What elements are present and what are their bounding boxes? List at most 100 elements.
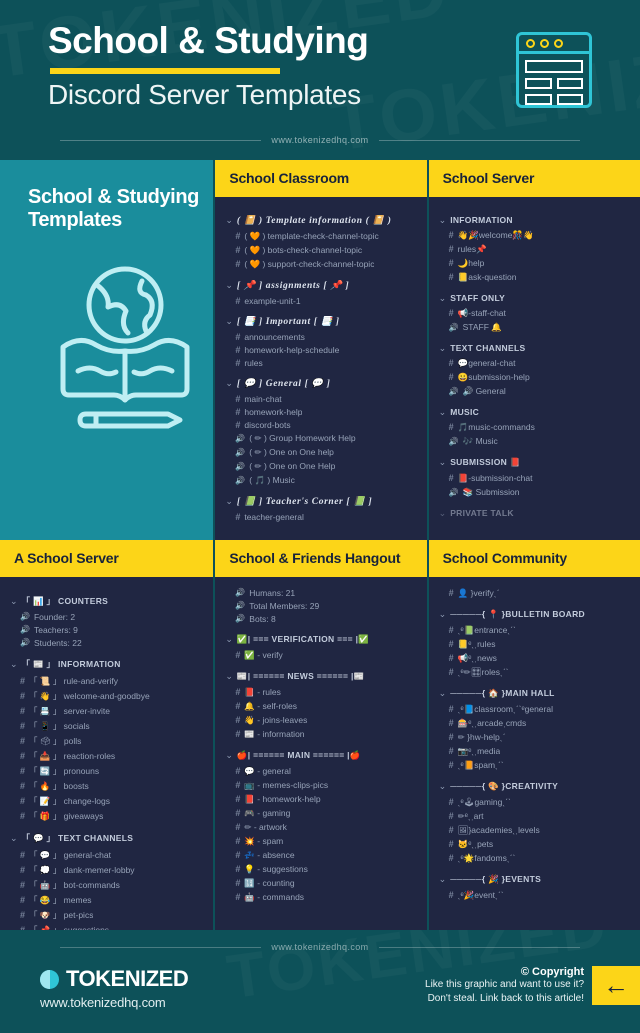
text-channel-item[interactable]: # 「 📌 」 suggestions: [8, 922, 205, 931]
text-channel-item[interactable]: # ˎᵉ🎉eventˎˊˋ: [437, 888, 632, 902]
text-channel-item[interactable]: # 📕 - rules: [223, 685, 418, 699]
text-channel-item[interactable]: # ✏ - artwork: [223, 820, 418, 834]
text-channel-item[interactable]: # ✅ - verify: [223, 648, 418, 662]
text-channel-item[interactable]: # 「 🤖 」 bot-commands: [8, 877, 205, 892]
voice-channel-item[interactable]: 🔊( ✏ ) One on One help: [223, 445, 418, 459]
channel-category[interactable]: ⌄[ 💬 ] General [ 💬 ]: [223, 378, 418, 390]
text-channel-item[interactable]: # 🖼}academiesˎˌlevels: [437, 823, 632, 837]
text-channel-item[interactable]: # rules: [223, 356, 418, 369]
voice-channel-item[interactable]: 🔊 Humans: 21: [223, 586, 418, 599]
text-channel-item[interactable]: # 「 🔥 」 boosts: [8, 778, 205, 793]
voice-channel-item[interactable]: 🔊( ✏ ) Group Homework Help: [223, 431, 418, 445]
text-channel-item[interactable]: # 📢-staff-chat: [437, 306, 632, 320]
text-channel-item[interactable]: # ˎᵉ📗entranceˎˊˋ: [437, 623, 632, 637]
channel-category[interactable]: ⌄( 📔 ) Template information ( 📔 ): [223, 215, 418, 227]
text-channel-item[interactable]: # 🔔 - self-roles: [223, 699, 418, 713]
text-channel-item[interactable]: # ˎᵉ🌟fandomsˎˊˋ: [437, 851, 632, 865]
text-channel-item[interactable]: # 🎰ᵉˎˌarcadeˌcmds: [437, 716, 632, 730]
text-channel-item[interactable]: # 📷ᵉˎˌmedia: [437, 744, 632, 758]
voice-channel-item[interactable]: 🔊( ✏ ) One on One Help: [223, 459, 418, 473]
channel-category[interactable]: ⌄ ─────{ 🎨 }CREATIVITY: [437, 781, 632, 792]
voice-channel-item[interactable]: 🔊 Teachers: 9: [8, 623, 205, 636]
text-channel-item[interactable]: # 🎵music-commands: [437, 420, 632, 434]
text-channel-item[interactable]: # ˎᵉ📘classroomˎˊˋᵉgeneral: [437, 702, 632, 716]
text-channel-item[interactable]: # ˎᵉ🕹gamingˎˊˋ: [437, 795, 632, 809]
text-channel-item[interactable]: # 「 🎁 」 giveaways: [8, 808, 205, 823]
voice-channel-item[interactable]: 🔊 📚 Submission: [437, 485, 632, 499]
channel-category[interactable]: ⌄ STAFF ONLY: [437, 293, 632, 303]
voice-channel-item[interactable]: 🔊 Founder: 2: [8, 610, 205, 623]
text-channel-item[interactable]: # 📕-submission-chat: [437, 471, 632, 485]
text-channel-item[interactable]: # 「 📥 」 reaction-roles: [8, 748, 205, 763]
text-channel-item[interactable]: # 👤 }verifyˎˊ: [437, 586, 632, 600]
text-channel-item[interactable]: # 🐱ᵉˎˌpets: [437, 837, 632, 851]
channel-category[interactable]: ⌄ 「 💬 」 TEXT CHANNELS: [8, 832, 205, 844]
text-channel-item[interactable]: # 「 📜 」 rule-and-verify: [8, 673, 205, 688]
voice-channel-item[interactable]: 🔊( 🎵 ) Music: [223, 473, 418, 487]
channel-category[interactable]: ⌄ 「 📰 」 INFORMATION: [8, 658, 205, 670]
channel-list[interactable]: ⌄ 「 📊 」 COUNTERS 🔊 Founder: 2 🔊 Teachers: 9 🔊 S…: [0, 577, 214, 931]
voice-channel-item[interactable]: 🔊 🔊 General: [437, 384, 632, 398]
text-channel-item[interactable]: # 💤 - absence: [223, 848, 418, 862]
channel-category[interactable]: ⌄ PRIVATE TALK: [437, 508, 632, 518]
channel-category[interactable]: ⌄[ 📌 ] assignments [ 📌 ]: [223, 280, 418, 292]
channel-list[interactable]: ⌄ INFORMATION # 👋🎉welcome🎊👋 # rules📌 # 🌙help # 📒a…: [428, 197, 640, 540]
text-channel-item[interactable]: # 📒ᵉˎˌrules: [437, 637, 632, 651]
channel-category[interactable]: ⌄ TEXT CHANNELS: [437, 343, 632, 353]
text-channel-item[interactable]: #( 🧡 ) support-check-channel-topic: [223, 257, 418, 271]
text-channel-item[interactable]: # example-unit-1: [223, 294, 418, 307]
text-channel-item[interactable]: # 「 📱 」 socials: [8, 718, 205, 733]
text-channel-item[interactable]: # 📰 - information: [223, 727, 418, 741]
text-channel-item[interactable]: # 「 🗳 」 polls: [8, 733, 205, 748]
channel-list[interactable]: ⌄( 📔 ) Template information ( 📔 ) #( 🧡 ) …: [215, 197, 427, 540]
voice-channel-item[interactable]: 🔊 Bots: 8: [223, 612, 418, 625]
channel-category[interactable]: ⌄[ 📑 ] Important [ 📑 ]: [223, 316, 418, 328]
voice-channel-item[interactable]: 🔊 Total Members: 29: [223, 599, 418, 612]
voice-channel-item[interactable]: 🔊 STAFF 🔔: [437, 320, 632, 334]
text-channel-item[interactable]: # 「 🐶 」 pet-pics: [8, 907, 205, 922]
text-channel-item[interactable]: # 💡 - suggestions: [223, 862, 418, 876]
text-channel-item[interactable]: # 🌙help: [437, 256, 632, 270]
channel-category[interactable]: ⌄ ─────{ 🎉 }EVENTS: [437, 874, 632, 885]
text-channel-item[interactable]: # 🔢 - counting: [223, 876, 418, 890]
channel-category[interactable]: ⌄ INFORMATION: [437, 215, 632, 225]
channel-category[interactable]: ⌄ ✅| === VERIFICATION === |✅: [223, 634, 418, 645]
text-channel-item[interactable]: # main-chat: [223, 392, 418, 405]
channel-category[interactable]: ⌄ 📰| ====== NEWS ====== |📰: [223, 671, 418, 682]
text-channel-item[interactable]: # 👋🎉welcome🎊👋: [437, 228, 632, 242]
text-channel-item[interactable]: # discord-bots: [223, 418, 418, 431]
text-channel-item[interactable]: # 💬general-chat: [437, 356, 632, 370]
text-channel-item[interactable]: # 「 💬 」 general-chat: [8, 847, 205, 862]
text-channel-item[interactable]: # 📒ask-question: [437, 270, 632, 284]
text-channel-item[interactable]: # 「 🔄 」 pronouns: [8, 763, 205, 778]
text-channel-item[interactable]: # 🤖 - commands: [223, 890, 418, 904]
voice-channel-item[interactable]: 🔊 Students: 22: [8, 636, 205, 649]
text-channel-item[interactable]: # 「 👋 」 welcome-and-goodbye: [8, 688, 205, 703]
channel-category[interactable]: ⌄ ─────{ 📍 }BULLETIN BOARD: [437, 609, 632, 620]
text-channel-item[interactable]: # 📺 - memes-clips-pics: [223, 778, 418, 792]
text-channel-item[interactable]: # 📕 - homework-help: [223, 792, 418, 806]
channel-category[interactable]: ⌄ SUBMISSION 📕: [437, 457, 632, 468]
text-channel-item[interactable]: # 「 💭 」 dank-memer-lobby: [8, 862, 205, 877]
text-channel-item[interactable]: # 「 😂 」 memes: [8, 892, 205, 907]
text-channel-item[interactable]: #( 🧡 ) template-check-channel-topic: [223, 229, 418, 243]
text-channel-item[interactable]: # ✏ }hw-helpˎˊ: [437, 730, 632, 744]
voice-channel-item[interactable]: 🔊 🎶 Music: [437, 434, 632, 448]
channel-list[interactable]: # 👤 }verifyˎˊ ⌄ ─────{ 📍 }BULLETIN BOARD # ˎᵉ…: [428, 577, 640, 930]
channel-category[interactable]: ⌄[ 📗 ] Teacher's Corner [ 📗 ]: [223, 496, 418, 508]
text-channel-item[interactable]: # 🎮 - gaming: [223, 806, 418, 820]
text-channel-item[interactable]: # 「 📇 」 server-invite: [8, 703, 205, 718]
text-channel-item[interactable]: # 💥 - spam: [223, 834, 418, 848]
text-channel-item[interactable]: # homework-help: [223, 405, 418, 418]
channel-category[interactable]: ⌄ 🍎| ====== MAIN ====== |🍎: [223, 750, 418, 761]
text-channel-item[interactable]: # announcements: [223, 330, 418, 343]
text-channel-item[interactable]: # 😀submission-help: [437, 370, 632, 384]
text-channel-item[interactable]: # teacher-general: [223, 510, 418, 523]
text-channel-item[interactable]: # 📢ᵉˎˌnews: [437, 651, 632, 665]
text-channel-item[interactable]: # 💬 - general: [223, 764, 418, 778]
text-channel-item[interactable]: # 「 📝 」 change-logs: [8, 793, 205, 808]
channel-category[interactable]: ⌄ 「 📊 」 COUNTERS: [8, 595, 205, 607]
text-channel-item[interactable]: #( 🧡 ) bots-check-channel-topic: [223, 243, 418, 257]
channel-list[interactable]: 🔊 Humans: 21 🔊 Total Members: 29 🔊 Bots: 8 ⌄ ✅|…: [215, 577, 427, 930]
text-channel-item[interactable]: # ˎᵉ✏🎛rolesˎˊˋ: [437, 665, 632, 679]
